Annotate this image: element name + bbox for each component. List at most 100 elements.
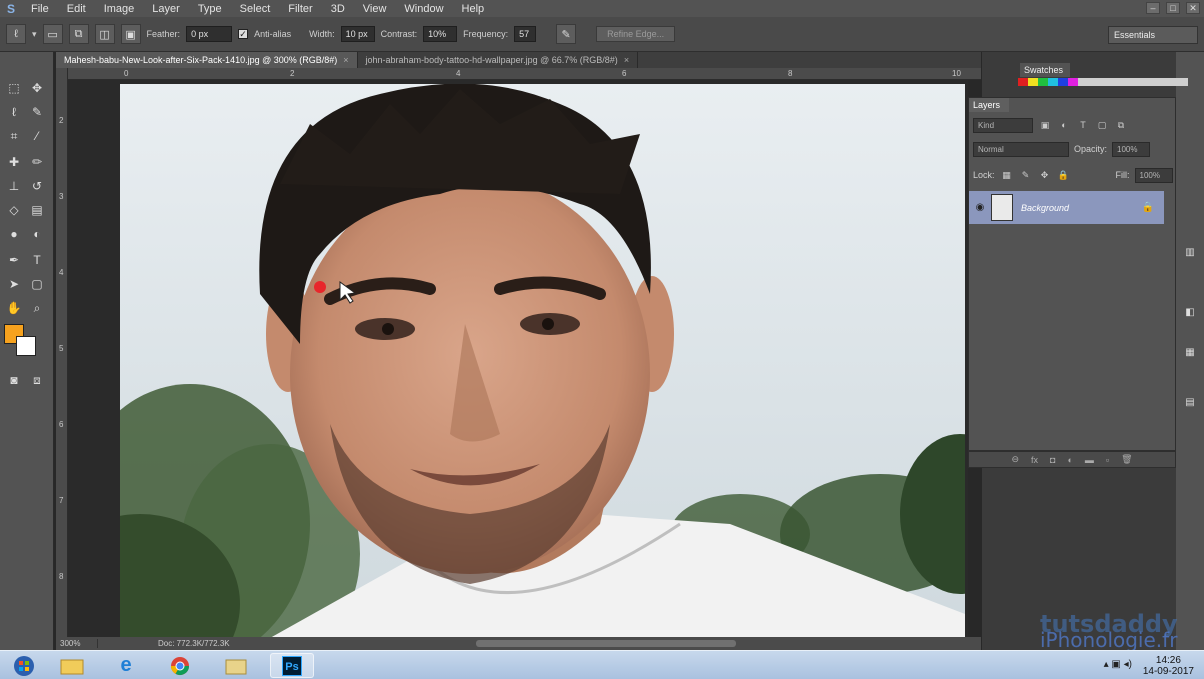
panel-icon[interactable]: ◧ <box>1180 302 1200 322</box>
pixel-filter-icon[interactable]: ▣ <box>1038 118 1052 132</box>
fill-field[interactable]: 100% <box>1134 167 1173 183</box>
lock-position-icon[interactable]: ✥ <box>1038 168 1052 182</box>
tablet-pressure-icon[interactable]: ✎ <box>556 24 577 44</box>
contrast-field[interactable]: 10% <box>423 26 458 42</box>
intersect-selection-icon[interactable]: ▣ <box>120 24 141 44</box>
ruler-tick: 0 <box>124 69 129 78</box>
pen-tool-icon[interactable]: ✒ <box>4 250 24 270</box>
fx-icon[interactable]: fx <box>1031 455 1038 465</box>
zoom-tool-icon[interactable]: ⌕ <box>27 298 47 318</box>
marquee-tool-icon[interactable]: ⬚ <box>4 78 24 98</box>
explorer-taskbar-button[interactable] <box>50 653 94 678</box>
antialias-checkbox[interactable]: ✓ <box>238 29 249 39</box>
quick-selection-tool-icon[interactable]: ✎ <box>27 102 47 122</box>
canvas-area[interactable] <box>68 80 968 638</box>
magnetic-lasso-tool-icon[interactable]: ℓ <box>6 24 26 44</box>
menu-file[interactable]: File <box>22 3 58 15</box>
blend-mode-select[interactable]: Normal <box>973 141 1069 157</box>
swatch-strip[interactable] <box>1018 78 1188 86</box>
screen-mode-icon[interactable]: ⧈ <box>27 370 47 390</box>
new-group-icon[interactable]: ▬ <box>1085 455 1094 465</box>
hand-tool-icon[interactable]: ✋ <box>4 298 24 318</box>
close-tab-icon[interactable]: × <box>624 55 629 65</box>
add-mask-icon[interactable]: ◘ <box>1050 455 1055 465</box>
new-selection-icon[interactable]: ▭ <box>42 24 63 44</box>
lock-all-icon[interactable]: 🔒 <box>1057 168 1071 182</box>
adjustment-filter-icon[interactable]: ◐ <box>1057 118 1071 132</box>
history-brush-tool-icon[interactable]: ↺ <box>27 176 47 196</box>
adjustment-layer-icon[interactable]: ◐ <box>1067 455 1072 465</box>
lasso-tool-icon[interactable]: ℓ <box>4 102 24 122</box>
folder-taskbar-button[interactable] <box>214 653 258 678</box>
menu-filter[interactable]: Filter <box>279 3 321 15</box>
crop-tool-icon[interactable]: ⌗ <box>4 126 24 146</box>
type-tool-icon[interactable]: T <box>27 250 47 270</box>
feather-field[interactable]: 0 px <box>186 26 233 42</box>
shape-tool-icon[interactable]: ▢ <box>27 274 47 294</box>
quick-mask-icon[interactable]: ◙ <box>4 370 24 390</box>
tab-mahesh-babu[interactable]: Mahesh-babu-New-Look-after-Six-Pack-1410… <box>56 52 358 68</box>
tab-john-abraham[interactable]: john-abraham-body-tattoo-hd-wallpaper.jp… <box>358 52 639 68</box>
blur-tool-icon[interactable]: ● <box>4 224 24 244</box>
close-icon[interactable]: ✕ <box>1186 2 1200 14</box>
clock[interactable]: 14:26 14-09-2017 <box>1143 655 1194 677</box>
menu-window[interactable]: Window <box>395 3 452 15</box>
eye-icon[interactable]: ◉ <box>969 202 991 213</box>
menu-select[interactable]: Select <box>231 3 280 15</box>
photoshop-taskbar-button[interactable]: Ps <box>270 653 314 678</box>
delete-layer-icon[interactable]: 🗑 <box>1121 454 1132 465</box>
kind-filter-select[interactable]: Kind <box>973 117 1033 133</box>
path-selection-tool-icon[interactable]: ➤ <box>4 274 24 294</box>
tool-preset-chevron-icon[interactable]: ▾ <box>32 29 37 40</box>
portrait-photo[interactable] <box>120 84 965 638</box>
start-button[interactable] <box>2 653 46 678</box>
clone-stamp-tool-icon[interactable]: ⊥ <box>4 176 24 196</box>
panel-icon[interactable]: ▥ <box>1180 242 1200 262</box>
lock-image-icon[interactable]: ✎ <box>1019 168 1033 182</box>
status-bar: 300% Doc: 772.3K/772.3K <box>56 637 981 650</box>
horizontal-scrollbar[interactable] <box>476 640 736 647</box>
subtract-selection-icon[interactable]: ◫ <box>94 24 115 44</box>
type-filter-icon[interactable]: T <box>1076 118 1090 132</box>
ie-taskbar-button[interactable]: e <box>104 653 148 678</box>
menu-help[interactable]: Help <box>453 3 494 15</box>
brush-tool-icon[interactable]: ✏ <box>27 152 47 172</box>
add-to-selection-icon[interactable]: ⧉ <box>68 24 89 44</box>
dodge-tool-icon[interactable]: ◐ <box>27 224 47 244</box>
opacity-field[interactable]: 100% <box>1112 141 1151 157</box>
new-layer-icon[interactable]: ▫ <box>1106 455 1109 465</box>
background-color-swatch[interactable] <box>16 336 36 356</box>
close-tab-icon[interactable]: × <box>343 55 348 65</box>
zoom-level[interactable]: 300% <box>56 639 98 648</box>
lock-transparent-icon[interactable]: ▦ <box>1000 168 1014 182</box>
width-field[interactable]: 10 px <box>340 26 375 42</box>
link-layers-icon[interactable]: ⊖ <box>1011 454 1019 465</box>
shape-filter-icon[interactable]: ▢ <box>1095 118 1109 132</box>
menu-image[interactable]: Image <box>95 3 144 15</box>
healing-brush-tool-icon[interactable]: ✚ <box>4 152 24 172</box>
swatches-tab[interactable]: Swatches <box>1020 63 1070 77</box>
menu-layer[interactable]: Layer <box>143 3 189 15</box>
tray-icons[interactable]: ▴ ▣ ◂) <box>1104 659 1132 670</box>
menu-3d[interactable]: 3D <box>322 3 354 15</box>
menu-edit[interactable]: Edit <box>58 3 95 15</box>
refine-edge-button[interactable]: Refine Edge... <box>596 26 676 42</box>
eyedropper-tool-icon[interactable]: ⁄ <box>27 126 47 146</box>
move-tool-icon[interactable]: ✥ <box>27 78 47 98</box>
maximize-icon[interactable]: □ <box>1166 2 1180 14</box>
layer-row-background[interactable]: ◉ Background 🔒 <box>969 191 1164 224</box>
smart-object-filter-icon[interactable]: ⧉ <box>1114 118 1128 132</box>
panel-icon[interactable]: ▤ <box>1180 392 1200 412</box>
chrome-taskbar-button[interactable] <box>158 653 202 678</box>
frequency-field[interactable]: 57 <box>514 26 537 42</box>
layers-tab[interactable]: Layers <box>969 98 1009 112</box>
minimize-icon[interactable]: – <box>1146 2 1160 14</box>
width-label: Width: <box>309 29 335 39</box>
menu-type[interactable]: Type <box>189 3 231 15</box>
antialias-label: Anti-alias <box>254 29 292 39</box>
workspace-select[interactable]: Essentials <box>1108 26 1198 44</box>
panel-icon[interactable]: ▦ <box>1180 342 1200 362</box>
eraser-tool-icon[interactable]: ◇ <box>4 200 24 220</box>
menu-view[interactable]: View <box>354 3 396 15</box>
gradient-tool-icon[interactable]: ▤ <box>27 200 47 220</box>
